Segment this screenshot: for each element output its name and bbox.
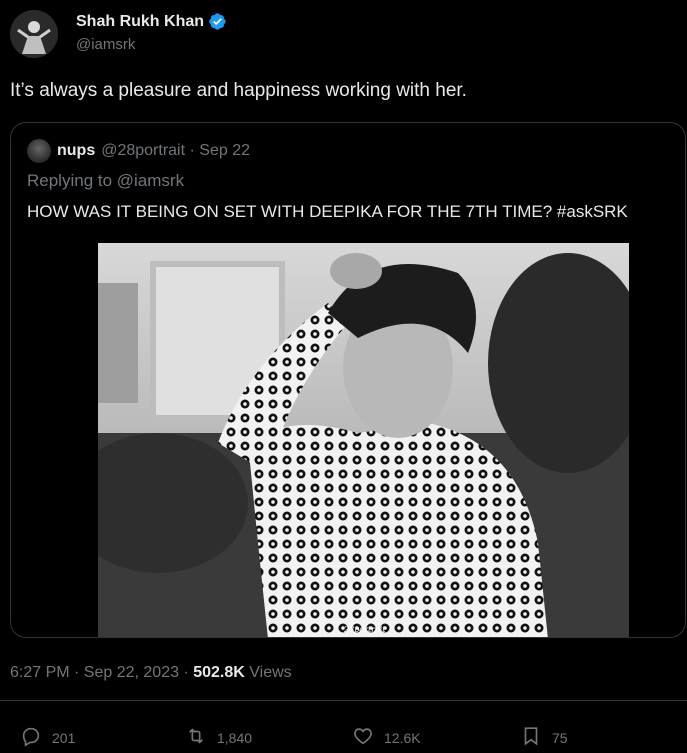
- quoted-tweet-text: HOW WAS IT BEING ON SET WITH DEEPIKA FOR…: [27, 202, 628, 221]
- reply-icon: [20, 725, 42, 750]
- like-count: 12.6K: [384, 729, 421, 746]
- tweet-timestamp[interactable]: 6:27 PM · Sep 22, 2023 ·: [10, 664, 193, 681]
- tweet-timestamp-views: 6:27 PM · Sep 22, 2023 · 502.8K Views: [10, 664, 292, 682]
- tweet-text: It’s always a pleasure and happiness wor…: [10, 80, 467, 101]
- actions-divider: [0, 700, 687, 701]
- like-button[interactable]: 12.6K: [352, 725, 421, 750]
- repost-icon: [185, 725, 207, 750]
- author-name[interactable]: Shah Rukh Khan: [76, 13, 204, 31]
- quoted-author-name: nups: [57, 142, 96, 159]
- reply-count: 201: [52, 729, 76, 746]
- views-count: 502.8K: [193, 664, 245, 681]
- verified-badge-icon: [208, 12, 227, 31]
- action-bar: 201 1,840 12.6K 75: [0, 725, 687, 751]
- image-watermark: 28portrait: [344, 625, 386, 634]
- quoted-tweet[interactable]: nups @28portrait · Sep 22 Replying to @i…: [10, 122, 686, 638]
- author-block: Shah Rukh Khan @iamsrk: [76, 12, 227, 53]
- author-handle[interactable]: @iamsrk: [76, 36, 227, 53]
- repost-count: 1,840: [217, 729, 253, 746]
- quoted-author-handle-date: @28portrait · Sep 22: [101, 142, 250, 159]
- quoted-author-avatar: [27, 139, 51, 163]
- quoted-tweet-image[interactable]: 28portrait: [98, 243, 629, 637]
- reply-button[interactable]: 201: [20, 725, 75, 750]
- repost-button[interactable]: 1,840: [185, 725, 252, 750]
- author-name-row[interactable]: Shah Rukh Khan: [76, 12, 227, 31]
- quoted-tweet-header: nups @28portrait · Sep 22: [27, 139, 250, 163]
- views-label: Views: [244, 664, 292, 681]
- author-avatar[interactable]: [10, 10, 58, 58]
- bookmark-button[interactable]: 75: [520, 725, 568, 750]
- bookmark-icon: [520, 725, 542, 750]
- bookmark-count: 75: [552, 729, 568, 746]
- heart-icon: [352, 725, 374, 750]
- replying-to: Replying to @iamsrk: [27, 171, 185, 190]
